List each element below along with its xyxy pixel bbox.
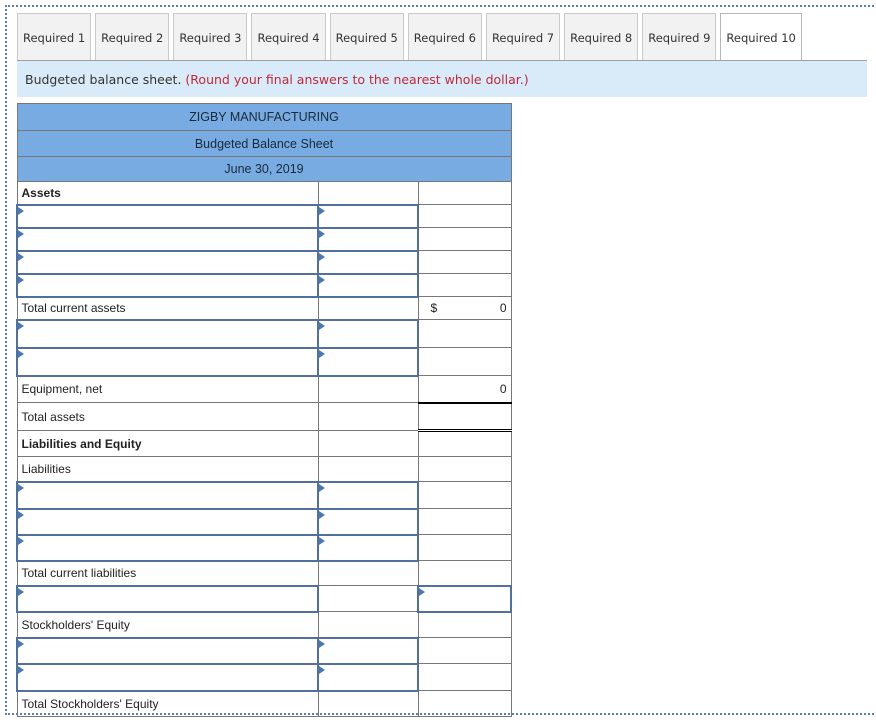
asset-label-input[interactable] bbox=[16, 272, 319, 298]
equity-label-input[interactable] bbox=[16, 636, 319, 665]
header-title-row: Budgeted Balance Sheet bbox=[16, 130, 512, 157]
liability-input-row bbox=[16, 507, 512, 536]
asset-label-input[interactable] bbox=[16, 203, 319, 229]
total-assets-value bbox=[417, 402, 512, 432]
currency-symbol: $ bbox=[430, 301, 438, 315]
long-term-liability-amount-input[interactable] bbox=[417, 584, 512, 613]
tab-required-7[interactable]: Required 7 bbox=[485, 13, 561, 61]
equipment-label-input[interactable] bbox=[16, 346, 319, 377]
liabilities-heading: Liabilities bbox=[16, 456, 319, 482]
tab-required-8[interactable]: Required 8 bbox=[564, 13, 639, 61]
stockholders-equity-heading-row: Stockholders' Equity bbox=[16, 611, 512, 638]
liability-amount-input[interactable] bbox=[317, 480, 419, 510]
long-term-liability-input-row bbox=[16, 584, 512, 613]
liability-label-input[interactable] bbox=[16, 533, 319, 562]
total-stockholders-equity-row: Total Stockholders' Equity bbox=[16, 689, 512, 717]
sheet-date: June 30, 2019 bbox=[16, 156, 512, 182]
equity-input-row bbox=[16, 636, 512, 665]
equipment-net-value: 0 bbox=[417, 375, 512, 404]
equipment-net-label: Equipment, net bbox=[16, 375, 319, 403]
equity-amount-input[interactable] bbox=[317, 636, 419, 665]
equipment-input-row bbox=[16, 346, 512, 377]
liability-label-input[interactable] bbox=[16, 480, 319, 510]
liabilities-heading-row: Liabilities bbox=[16, 456, 512, 482]
liability-label-input[interactable] bbox=[16, 507, 319, 536]
liab-equity-heading-row: Liabilities and Equity bbox=[16, 430, 512, 457]
asset-label-input[interactable] bbox=[16, 226, 319, 252]
total-current-assets-value-cell: $ 0 bbox=[417, 296, 512, 320]
equity-amount-input[interactable] bbox=[317, 662, 419, 692]
total-current-assets-label: Total current assets bbox=[16, 296, 319, 320]
company-name: ZIGBY MANUFACTURING bbox=[16, 103, 512, 131]
total-current-assets-row: Total current assets $ 0 bbox=[16, 295, 512, 320]
header-company-row: ZIGBY MANUFACTURING bbox=[16, 103, 512, 131]
asset-amount-input[interactable] bbox=[317, 226, 419, 252]
asset-input-row bbox=[16, 203, 512, 229]
total-assets-label: Total assets bbox=[16, 402, 319, 431]
stockholders-equity-heading: Stockholders' Equity bbox=[16, 611, 319, 638]
asset-input-row bbox=[16, 272, 512, 298]
total-current-liabilities-label: Total current liabilities bbox=[16, 560, 319, 586]
total-assets-row: Total assets bbox=[16, 402, 512, 432]
assets-heading-row: Assets bbox=[16, 181, 512, 205]
liability-input-row bbox=[16, 533, 512, 562]
tab-required-6[interactable]: Required 6 bbox=[407, 13, 482, 61]
sheet-title: Budgeted Balance Sheet bbox=[16, 130, 512, 157]
equipment-label-input[interactable] bbox=[16, 318, 319, 349]
tab-required-2[interactable]: Required 2 bbox=[95, 13, 170, 61]
asset-amount-input[interactable] bbox=[317, 203, 419, 229]
equipment-amount-input[interactable] bbox=[317, 318, 419, 349]
equipment-net-row: Equipment, net 0 bbox=[16, 374, 512, 404]
equipment-amount-input[interactable] bbox=[317, 346, 419, 377]
asset-amount-input[interactable] bbox=[317, 272, 419, 298]
tab-required-1[interactable]: Required 1 bbox=[17, 13, 92, 61]
total-current-liabilities-row: Total current liabilities bbox=[16, 559, 512, 586]
liability-input-row bbox=[16, 480, 512, 510]
liab-equity-heading: Liabilities and Equity bbox=[16, 430, 319, 457]
liability-amount-input[interactable] bbox=[317, 533, 419, 562]
equity-label-input[interactable] bbox=[16, 662, 319, 692]
header-date-row: June 30, 2019 bbox=[16, 156, 512, 182]
rounding-note: (Round your final answers to the nearest… bbox=[185, 72, 529, 87]
instruction-bar: Budgeted balance sheet. (Round your fina… bbox=[17, 61, 867, 97]
tab-required-9[interactable]: Required 9 bbox=[642, 13, 717, 61]
instruction-text: Budgeted balance sheet. bbox=[25, 72, 182, 87]
asset-input-row bbox=[16, 249, 512, 275]
asset-label-input[interactable] bbox=[16, 249, 319, 275]
long-term-liability-label-input[interactable] bbox=[16, 584, 319, 613]
equity-input-row bbox=[16, 662, 512, 692]
tab-required-5[interactable]: Required 5 bbox=[329, 13, 404, 61]
requirement-tabs: Required 1 Required 2 Required 3 Require… bbox=[17, 13, 806, 62]
tab-required-3[interactable]: Required 3 bbox=[173, 13, 248, 61]
asset-input-row bbox=[16, 226, 512, 252]
asset-amount-input[interactable] bbox=[317, 249, 419, 275]
liability-amount-input[interactable] bbox=[317, 507, 419, 536]
balance-sheet-table: ZIGBY MANUFACTURING Budgeted Balance She… bbox=[16, 103, 512, 717]
assets-heading: Assets bbox=[16, 181, 319, 205]
tab-required-4[interactable]: Required 4 bbox=[251, 13, 326, 61]
equipment-input-row bbox=[16, 318, 512, 349]
total-stockholders-equity-label: Total Stockholders' Equity bbox=[16, 690, 319, 717]
tab-required-10[interactable]: Required 10 bbox=[720, 13, 802, 62]
total-current-assets-value: 0 bbox=[499, 301, 507, 315]
